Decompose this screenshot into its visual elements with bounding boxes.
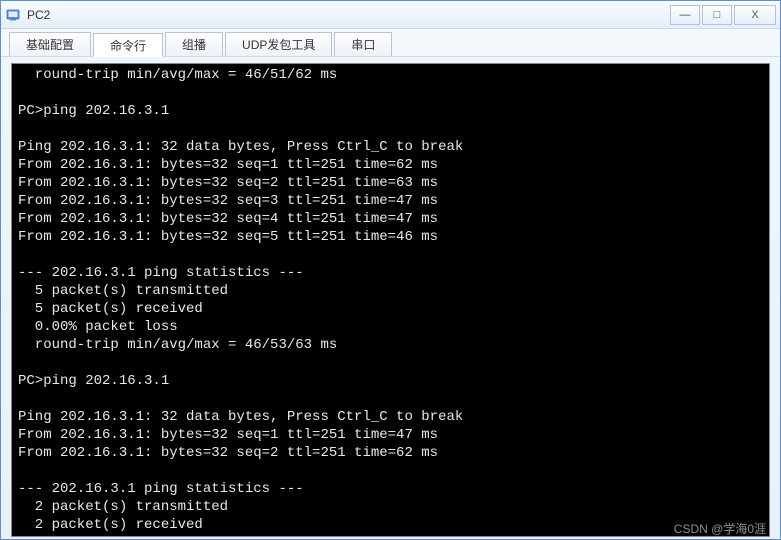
titlebar: PC2 — □ X (1, 1, 780, 29)
tab-bar: 基础配置 命令行 组播 UDP发包工具 串口 (1, 29, 780, 57)
maximize-button[interactable]: □ (702, 5, 732, 25)
terminal-output[interactable]: round-trip min/avg/max = 46/51/62 ms PC>… (11, 63, 770, 537)
terminal-container: round-trip min/avg/max = 46/51/62 ms PC>… (1, 57, 780, 539)
window-controls: — □ X (668, 5, 776, 25)
app-icon (5, 7, 21, 23)
tab-serial[interactable]: 串口 (334, 32, 392, 56)
app-window: PC2 — □ X 基础配置 命令行 组播 UDP发包工具 串口 round-t… (0, 0, 781, 540)
minimize-button[interactable]: — (670, 5, 700, 25)
window-title: PC2 (27, 8, 668, 22)
tab-basic-config[interactable]: 基础配置 (9, 32, 91, 56)
tab-command-line[interactable]: 命令行 (93, 33, 163, 57)
close-button[interactable]: X (734, 5, 776, 25)
tab-multicast[interactable]: 组播 (165, 32, 223, 56)
tab-udp-tool[interactable]: UDP发包工具 (225, 32, 332, 56)
